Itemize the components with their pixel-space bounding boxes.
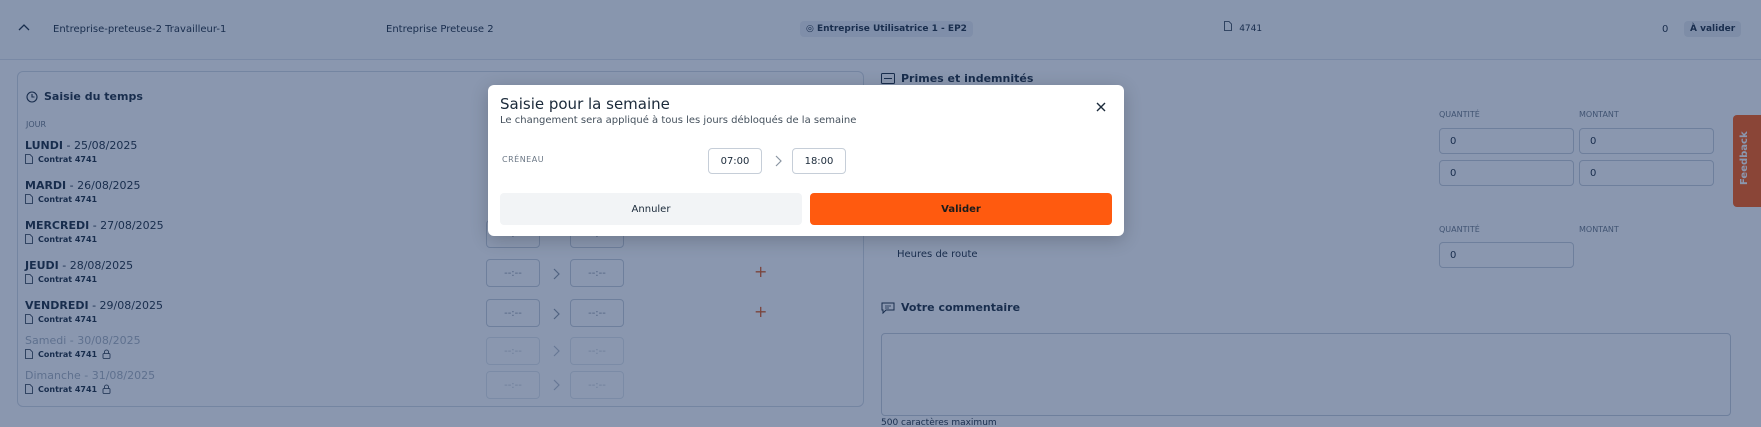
close-icon bbox=[1096, 102, 1106, 112]
chevron-right-icon bbox=[775, 155, 782, 167]
start-time-field[interactable]: 07:00 bbox=[708, 148, 762, 174]
creneau-label: CRÉNEAU bbox=[502, 155, 545, 164]
validate-button[interactable]: Valider bbox=[810, 193, 1112, 225]
end-time-field[interactable]: 18:00 bbox=[792, 148, 846, 174]
cancel-button[interactable]: Annuler bbox=[500, 193, 802, 225]
modal-title: Saisie pour la semaine bbox=[500, 95, 670, 113]
week-entry-modal: Saisie pour la semaine Le changement ser… bbox=[488, 85, 1124, 236]
modal-subtitle: Le changement sera appliqué à tous les j… bbox=[500, 115, 857, 126]
close-button[interactable] bbox=[1089, 95, 1113, 119]
